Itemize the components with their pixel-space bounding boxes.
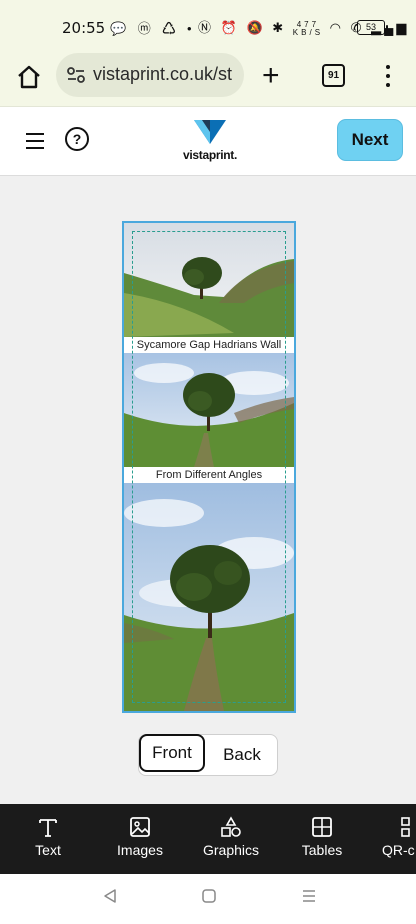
- home-nav-icon[interactable]: [201, 888, 217, 904]
- notification-icons: 💬 ⓜ ♺ •: [110, 21, 196, 36]
- tool-label: Tables: [301, 842, 343, 858]
- side-toggle: Front Back: [138, 734, 278, 776]
- tool-graphics[interactable]: Graphics: [196, 804, 266, 874]
- tool-label: Text: [35, 842, 61, 858]
- site-header: ? vistaprint. Next: [0, 107, 416, 176]
- status-bar: 20:55 💬 ⓜ ♺ • Ⓝ ⏰ 🔕 ✱ 477 KB/S ◠ ✆ ▂▄▆ 53: [0, 0, 416, 50]
- site-settings-icon[interactable]: [66, 65, 86, 85]
- home-icon[interactable]: [14, 62, 44, 92]
- logo-mark-icon: [194, 120, 226, 144]
- qr-icon: [401, 817, 410, 837]
- address-bar[interactable]: vistaprint.co.uk/st: [56, 53, 244, 97]
- next-button[interactable]: Next: [338, 120, 402, 160]
- help-icon[interactable]: ?: [65, 127, 89, 151]
- alarm-icon: ⏰: [220, 20, 240, 35]
- design-preview[interactable]: Sycamore Gap Hadrians Wall From Differen…: [122, 221, 296, 713]
- system-nav-bar: [0, 874, 416, 924]
- tool-tables[interactable]: Tables: [292, 804, 352, 874]
- design-canvas-area: Sycamore Gap Hadrians Wall From Differen…: [0, 176, 416, 804]
- tool-label: Images: [117, 842, 163, 858]
- tool-text[interactable]: Text: [18, 804, 78, 874]
- caption-subtitle[interactable]: From Different Angles: [124, 467, 294, 483]
- tool-images[interactable]: Images: [104, 804, 176, 874]
- logo-text: vistaprint.: [182, 148, 238, 162]
- bluetooth-icon: ✱: [272, 20, 287, 35]
- new-tab-icon[interactable]: +: [262, 61, 280, 91]
- editor-toolbar: Text Images Graphics Tables QR-c: [0, 804, 416, 874]
- photo-sycamore-3[interactable]: [124, 483, 294, 711]
- network-speed: 477 KB/S: [292, 20, 324, 37]
- image-icon: [130, 817, 150, 837]
- network-speed-unit: KB/S: [292, 27, 324, 37]
- tool-qr-code[interactable]: QR-c: [376, 804, 416, 874]
- front-side-button[interactable]: Front: [139, 734, 205, 772]
- text-icon: [39, 819, 57, 837]
- back-nav-icon[interactable]: [102, 888, 118, 904]
- url-text: vistaprint.co.uk/st: [93, 64, 233, 84]
- back-side-button[interactable]: Back: [209, 735, 275, 775]
- shapes-icon: [221, 816, 241, 837]
- table-icon: [312, 817, 332, 837]
- clock: 20:55: [62, 19, 106, 37]
- recents-nav-icon[interactable]: [301, 888, 317, 904]
- wifi-icon: ◠: [329, 20, 344, 35]
- battery-icon: 53: [357, 20, 388, 35]
- browser-toolbar: vistaprint.co.uk/st + 91: [0, 50, 416, 107]
- nfc-icon: Ⓝ: [198, 20, 215, 35]
- tool-label: Graphics: [202, 842, 260, 858]
- vistaprint-logo[interactable]: vistaprint.: [180, 118, 240, 168]
- hamburger-menu-icon[interactable]: [26, 133, 44, 149]
- more-menu-icon[interactable]: [384, 62, 392, 90]
- photo-sycamore-2[interactable]: [124, 353, 294, 467]
- mute-icon: 🔕: [246, 20, 266, 35]
- caption-title[interactable]: Sycamore Gap Hadrians Wall: [124, 337, 294, 353]
- tool-label: QR-c: [382, 842, 415, 858]
- tab-switcher-button[interactable]: 91: [322, 64, 345, 87]
- photo-sycamore-1[interactable]: [124, 223, 294, 337]
